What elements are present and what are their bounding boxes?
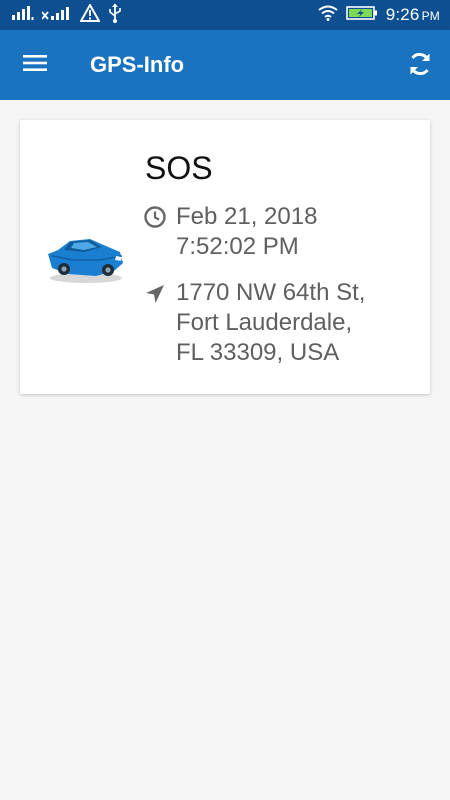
address-line-3: FL 33309, USA	[176, 339, 340, 366]
app-bar: GPS-Info	[0, 30, 450, 100]
battery-charging-icon	[345, 5, 378, 26]
date-line: Feb 21, 2018	[176, 203, 318, 230]
status-time-value: 9:26	[385, 5, 420, 24]
hamburger-menu-icon	[22, 53, 48, 78]
navigation-arrow-icon	[143, 282, 167, 306]
usb-icon	[108, 3, 122, 28]
refresh-button[interactable]	[404, 50, 436, 82]
signal-icon	[12, 5, 34, 25]
menu-button[interactable]	[20, 51, 50, 79]
app-title: GPS-Info	[90, 52, 185, 77]
content-area: SOS Feb 21, 2018 7:52:02 PM 1770 NW 64th…	[0, 100, 450, 800]
signal-x-icon	[41, 6, 72, 25]
address-line-1: 1770 NW 64th St,	[176, 279, 366, 306]
address-text: 1770 NW 64th St, Fort Lauderdale, FL 333…	[176, 278, 365, 368]
warning-icon	[79, 2, 101, 27]
refresh-icon	[406, 50, 434, 83]
status-time: 9:26 PM	[386, 5, 440, 25]
datetime-text: Feb 21, 2018 7:52:02 PM	[176, 202, 317, 262]
car-icon	[44, 230, 126, 286]
card-title: SOS	[145, 150, 213, 186]
wifi-icon	[318, 5, 338, 26]
clock-icon	[143, 205, 167, 229]
address-line-2: Fort Lauderdale,	[176, 309, 353, 336]
status-time-ampm: PM	[421, 9, 440, 23]
status-bar-right: 9:26 PM	[318, 5, 440, 26]
status-bar-left	[12, 2, 122, 28]
time-line: 7:52:02 PM	[176, 233, 299, 260]
status-bar: 9:26 PM	[0, 0, 450, 30]
gps-entry-card[interactable]: SOS Feb 21, 2018 7:52:02 PM 1770 NW 64th…	[20, 120, 430, 394]
